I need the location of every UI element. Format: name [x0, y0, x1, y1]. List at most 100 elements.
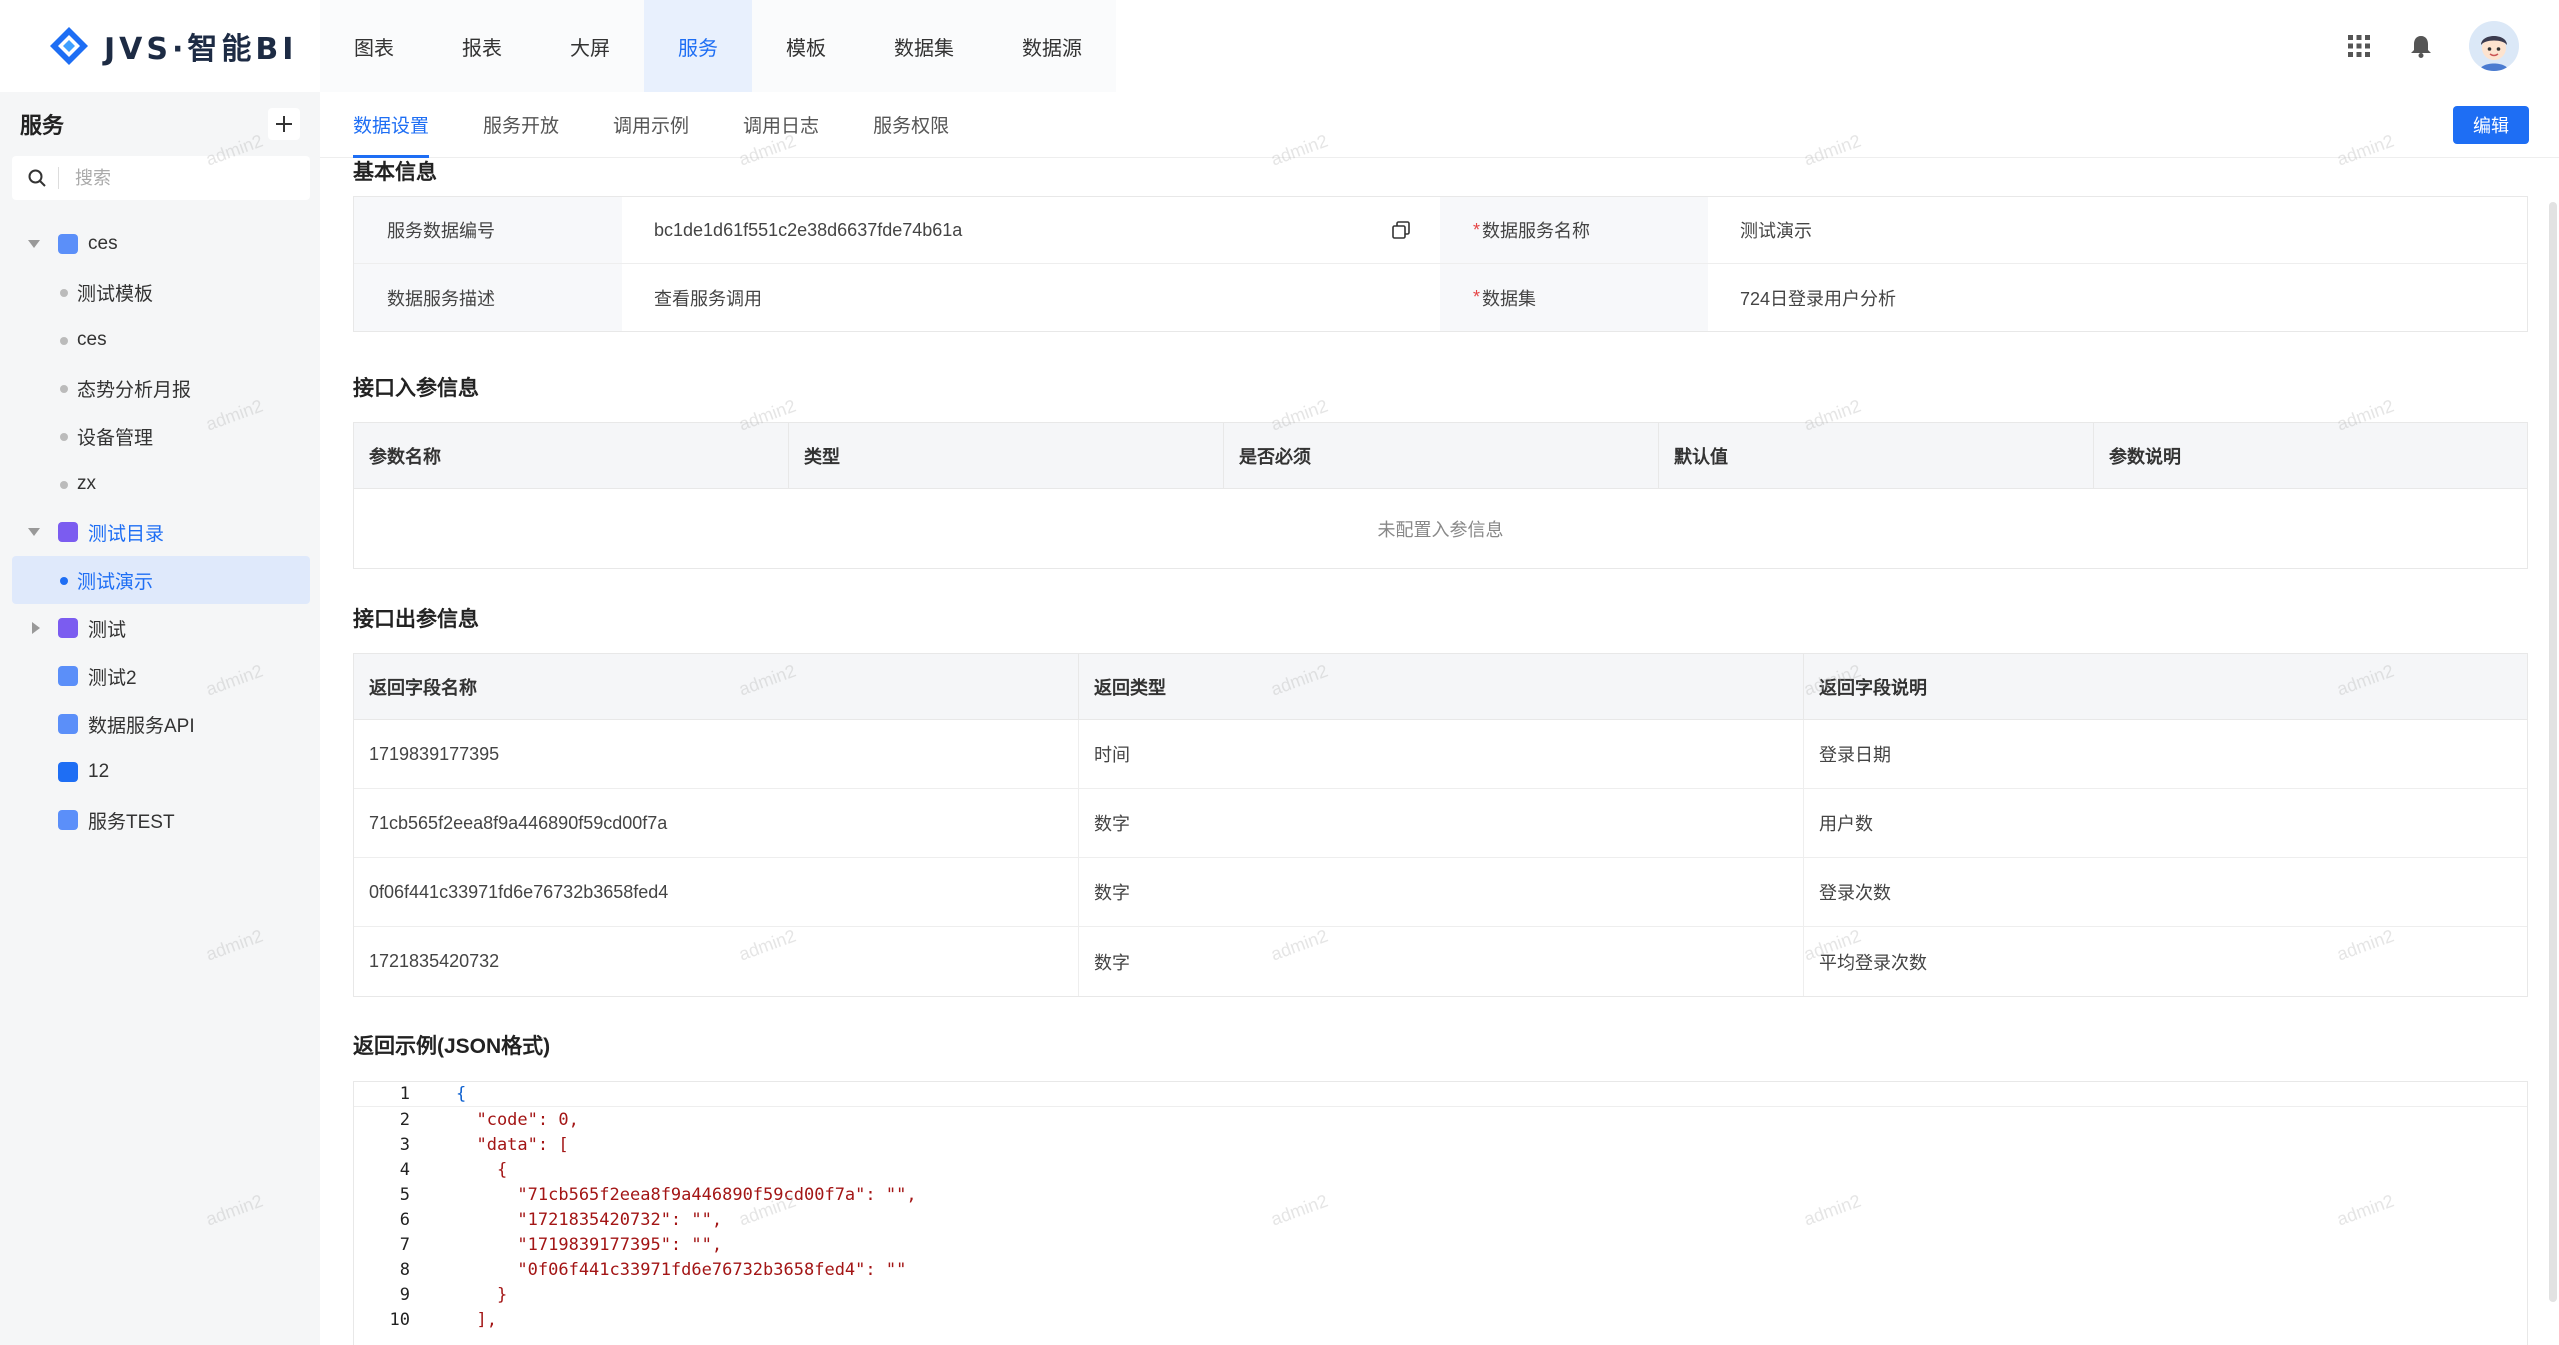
tree-leaf-active[interactable]: 测试演示 — [12, 556, 310, 604]
output-params-table: 返回字段名称 返回类型 返回字段说明 1719839177395 时间 登录日期… — [353, 653, 2528, 997]
top-right-tools — [2345, 18, 2519, 74]
app-logo[interactable]: JVS·智能BI — [48, 18, 297, 74]
column-header: 参数名称 — [354, 423, 789, 488]
line-number: 3 — [399, 1134, 410, 1155]
top-bar: JVS·智能BI 图表 报表 大屏 服务 模板 数据集 数据源 — [0, 0, 2559, 92]
tree-item-label: 12 — [88, 761, 110, 782]
tree-item-label: ces — [77, 329, 107, 350]
vertical-scrollbar[interactable] — [2549, 202, 2557, 1302]
edit-doc-icon — [58, 810, 78, 830]
field-type-cell: 数字 — [1079, 789, 1804, 857]
main-nav: 图表 报表 大屏 服务 模板 数据集 数据源 — [320, 0, 1116, 92]
code-line: 2 "code": 0, — [354, 1107, 2527, 1132]
tree-item-label: zx — [77, 473, 96, 494]
code-line: 10 ], — [354, 1307, 2527, 1332]
service-name-label: * 数据服务名称 — [1440, 197, 1708, 263]
info-row: 服务数据编号 bc1de1d61f551c2e38d6637fde74b61a … — [354, 197, 2527, 264]
basic-info-grid: 服务数据编号 bc1de1d61f551c2e38d6637fde74b61a … — [353, 196, 2528, 332]
tree-folder-test[interactable]: 测试 — [12, 604, 310, 652]
service-id-value: bc1de1d61f551c2e38d6637fde74b61a — [622, 197, 1440, 263]
dot-icon — [60, 337, 68, 345]
table-row: 0f06f441c33971fd6e76732b3658fed4 数字 登录次数 — [354, 858, 2527, 927]
tab-data-settings[interactable]: 数据设置 — [353, 92, 430, 158]
column-header: 返回类型 — [1079, 654, 1804, 719]
table-row: 1719839177395 时间 登录日期 — [354, 720, 2527, 789]
nav-item-template[interactable]: 模板 — [752, 0, 860, 92]
column-header: 是否必须 — [1224, 423, 1659, 488]
tab-service-permission[interactable]: 服务权限 — [873, 92, 949, 158]
section-title-input-params: 接口入参信息 — [353, 377, 479, 400]
field-type-cell: 时间 — [1079, 720, 1804, 788]
search-icon — [28, 169, 46, 187]
sidebar-header: 服务 — [0, 92, 320, 156]
section-title-output-params: 接口出参信息 — [353, 608, 479, 631]
tree-folder[interactable]: 服务TEST — [12, 796, 310, 844]
field-desc-cell: 用户数 — [1819, 814, 1873, 834]
required-mark: * — [1473, 287, 1481, 307]
caret-down-icon[interactable] — [28, 240, 40, 248]
bell-icon[interactable] — [2407, 32, 2435, 60]
copy-icon[interactable] — [1392, 221, 1410, 239]
table-row: 1721835420732 数字 平均登录次数 — [354, 927, 2527, 996]
user-avatar[interactable] — [2469, 21, 2519, 71]
tree-item-label: 态势分析月报 — [77, 379, 192, 401]
edit-button[interactable]: 编辑 — [2453, 106, 2529, 144]
api-icon — [58, 714, 78, 734]
tree-folder-ces[interactable]: ces — [12, 220, 310, 268]
logo-icon — [50, 27, 88, 65]
column-header: 返回字段名称 — [354, 654, 1079, 719]
nav-item-screen[interactable]: 大屏 — [536, 0, 644, 92]
tree-folder-test-dir[interactable]: 测试目录 — [12, 508, 310, 556]
field-desc-cell: 登录次数 — [1819, 883, 1891, 903]
table-header: 返回字段名称 返回类型 返回字段说明 — [354, 654, 2527, 720]
json-code-editor[interactable]: 1{ 2 "code": 0, 3 "data": [ 4 { 5 "71cb5… — [353, 1081, 2528, 1345]
folder-icon — [58, 618, 78, 638]
field-desc-cell: 平均登录次数 — [1819, 952, 1927, 973]
nav-item-datasource[interactable]: 数据源 — [988, 0, 1116, 92]
tree-leaf[interactable]: zx — [12, 460, 310, 508]
input-params-table: 参数名称 类型 是否必须 默认值 参数说明 未配置入参信息 — [353, 422, 2528, 569]
tree-item-label: 设备管理 — [77, 427, 154, 449]
nav-item-service[interactable]: 服务 — [644, 0, 752, 92]
code-line: 8 "0f06f441c33971fd6e76732b3658fed4": "" — [354, 1257, 2527, 1282]
tree-item-label: 测试演示 — [77, 571, 154, 593]
tab-service-open[interactable]: 服务开放 — [483, 92, 559, 158]
tree-folder[interactable]: 12 — [12, 748, 310, 796]
field-name-cell: 1719839177395 — [354, 720, 1079, 788]
field-name-cell: 1721835420732 — [354, 927, 1079, 996]
tree-leaf[interactable]: 测试模板 — [12, 268, 310, 316]
tree-item-label: 服务TEST — [88, 811, 175, 833]
tab-call-example[interactable]: 调用示例 — [613, 92, 689, 158]
plus-icon[interactable] — [268, 108, 300, 140]
tab-call-log[interactable]: 调用日志 — [743, 92, 819, 158]
line-number: 1 — [399, 1084, 410, 1104]
tree-leaf[interactable]: 态势分析月报 — [12, 364, 310, 412]
tree-leaf[interactable]: 设备管理 — [12, 412, 310, 460]
dot-icon — [60, 289, 68, 297]
tree-item-label: 数据服务API — [88, 715, 195, 737]
search-input[interactable] — [58, 167, 278, 189]
caret-right-icon[interactable] — [32, 622, 40, 634]
tree-item-label: 测试2 — [88, 667, 137, 689]
tree-leaf[interactable]: ces — [12, 316, 310, 364]
nav-item-dataset[interactable]: 数据集 — [860, 0, 988, 92]
nav-item-chart[interactable]: 图表 — [320, 0, 428, 92]
info-row: 数据服务描述 查看服务调用 * 数据集 724日登录用户分析 — [354, 264, 2527, 331]
grid-apps-icon[interactable] — [2345, 32, 2373, 60]
code-line: 1{ — [354, 1082, 2527, 1107]
code-text: "71cb565f2eea8f9a446890f59cd00f7a": "", — [456, 1184, 917, 1205]
tree-folder[interactable]: 数据服务API — [12, 700, 310, 748]
table-header: 参数名称 类型 是否必须 默认值 参数说明 — [354, 423, 2527, 489]
dataset-value: 724日登录用户分析 — [1740, 288, 1897, 309]
nav-item-report[interactable]: 报表 — [428, 0, 536, 92]
caret-down-icon[interactable] — [28, 528, 40, 536]
dot-icon — [60, 481, 68, 489]
tree-folder[interactable]: 测试2 — [12, 652, 310, 700]
code-line: 5 "71cb565f2eea8f9a446890f59cd00f7a": ""… — [354, 1182, 2527, 1207]
folder-icon — [58, 522, 78, 542]
line-number: 7 — [399, 1234, 410, 1255]
line-number: 9 — [399, 1284, 410, 1305]
chart-folder-icon — [58, 234, 78, 254]
dot-icon — [60, 433, 68, 441]
code-text: "1719839177395": "", — [456, 1234, 723, 1255]
